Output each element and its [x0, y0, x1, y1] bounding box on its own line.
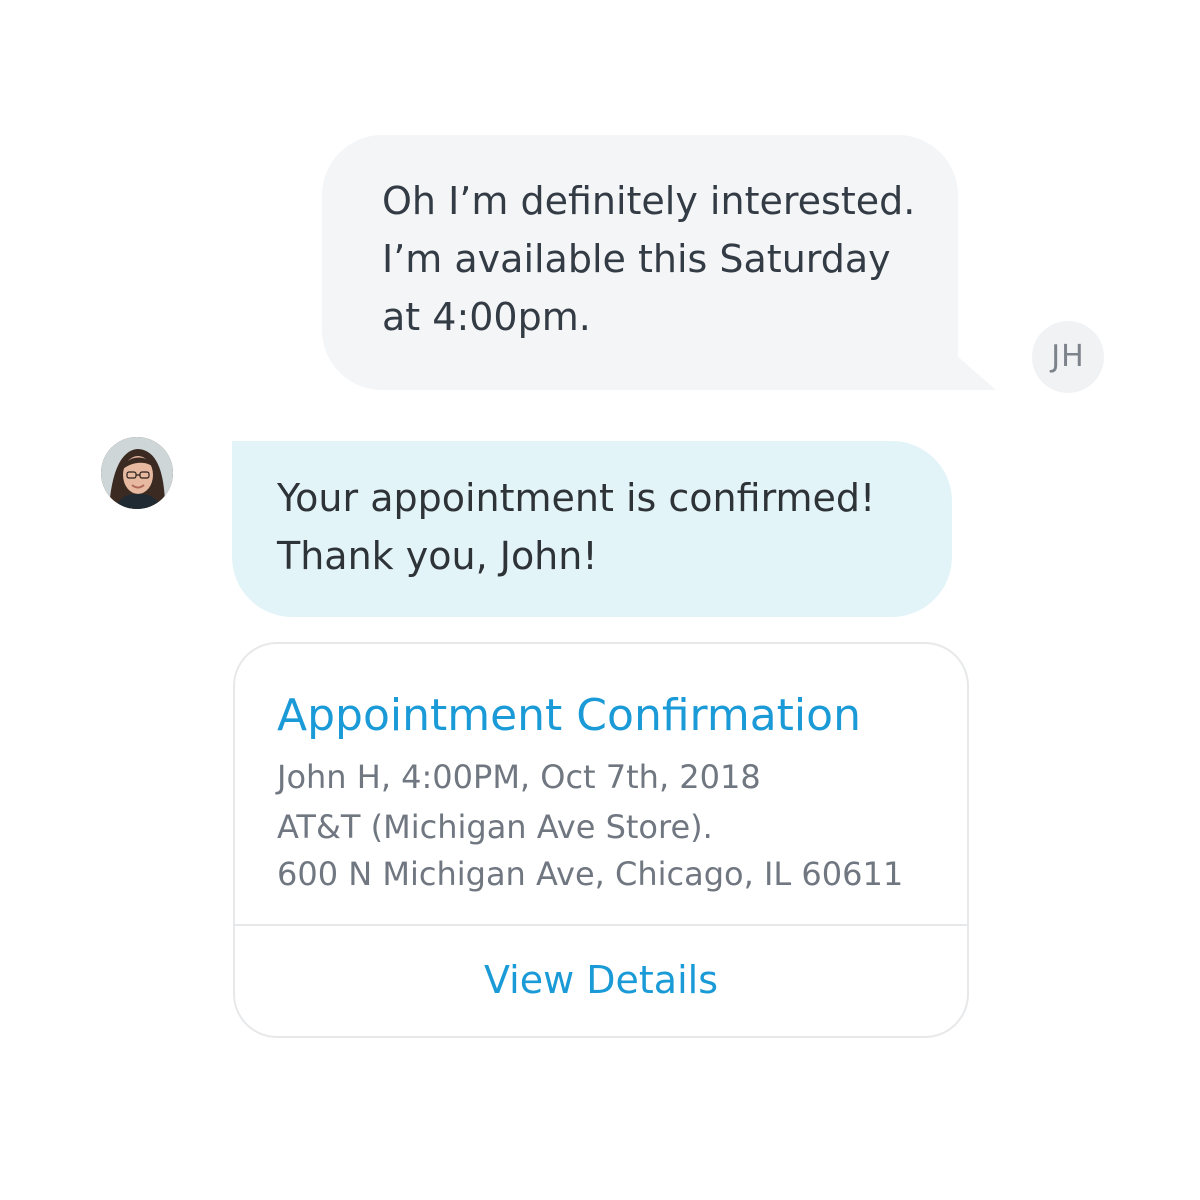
user-initials-avatar: JH — [1032, 321, 1104, 393]
card-title: Appointment Confirmation — [277, 690, 861, 741]
card-detail-line: AT&T (Michigan Ave Store). — [277, 808, 713, 846]
outgoing-message-text: Oh I’m definitely interested. I’m availa… — [382, 179, 916, 339]
view-details-button[interactable]: View Details — [235, 926, 967, 1034]
incoming-message-text: Your appointment is confirmed! Thank you… — [277, 476, 876, 578]
outgoing-message-tail — [956, 355, 996, 390]
card-detail-line: 600 N Michigan Ave, Chicago, IL 60611 — [277, 855, 904, 893]
card-detail-line: John H, 4:00PM, Oct 7th, 2018 — [277, 758, 761, 796]
agent-photo-avatar-icon — [101, 437, 173, 509]
agent-avatar — [101, 437, 173, 509]
